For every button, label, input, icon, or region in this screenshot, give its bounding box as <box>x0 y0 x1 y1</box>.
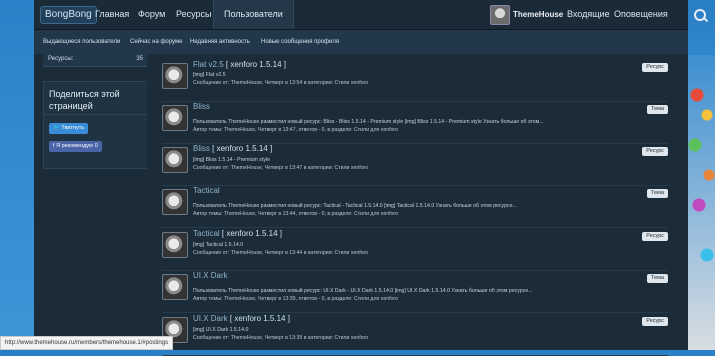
user-name[interactable]: ThemeHouse <box>513 0 563 29</box>
result-meta: Сообщение от: ThemeHouse, Четверг в 13:3… <box>193 335 369 341</box>
user-avatar[interactable] <box>490 5 510 25</box>
result-snippet: Пользователь ThemeHouse разместил новый … <box>193 119 544 125</box>
resources-stat-value: 35 <box>136 56 143 62</box>
result-meta: Сообщение от: ThemeHouse, Четверг в 13:4… <box>193 250 369 256</box>
recommend-label: Я рекомендую <box>56 143 94 149</box>
browser-status-url: http://www.themehouse.ru/members/themeho… <box>0 336 174 350</box>
result-avatar[interactable] <box>162 63 188 89</box>
subnav-notable-members[interactable]: Выдающиеся пользователи <box>43 30 120 54</box>
search-result[interactable]: Flat v2.5 [ xenforo 1.5.14 ] [img] Flat … <box>162 60 668 102</box>
result-avatar[interactable] <box>162 232 188 258</box>
result-title-main[interactable]: Tactical <box>193 186 220 195</box>
main-content: Ресурсы: 35 Поделиться этой страницей 🐦 … <box>34 54 688 356</box>
resources-stat-label: Ресурсы: <box>48 56 74 62</box>
result-snippet: [img] Tactical 1.5.14.0 <box>193 242 244 248</box>
result-avatar[interactable] <box>162 189 188 215</box>
result-type-badge: Ресурс <box>642 147 668 156</box>
result-type-badge: Ресурс <box>642 63 668 72</box>
result-title-suffix[interactable]: [ xenforo 1.5.14 ] <box>212 144 272 153</box>
result-snippet: [img] Flat v2.5 <box>193 72 226 78</box>
result-title[interactable]: Tactical <box>193 186 220 195</box>
result-avatar[interactable] <box>162 274 188 300</box>
top-navigation: BongBong Главная Форум Ресурсы Пользоват… <box>34 0 706 30</box>
result-type-badge: Тема <box>647 105 668 114</box>
result-title[interactable]: UI.X Dark [ xenforo 1.5.14 ] <box>193 314 290 323</box>
result-title[interactable]: UI.X Dark <box>193 271 228 280</box>
result-type-badge: Тема <box>647 189 668 198</box>
result-title-main[interactable]: UI.X Dark <box>193 271 228 280</box>
search-result[interactable]: Tactical [ xenforo 1.5.14 ] [img] Tactic… <box>162 229 668 271</box>
share-page-title: Поделиться этой страницей <box>49 89 120 111</box>
sidebar-gutter <box>147 54 155 350</box>
result-title-suffix[interactable]: [ xenforo 1.5.14 ] <box>230 314 290 323</box>
result-avatar[interactable] <box>162 105 188 131</box>
nav-home[interactable]: Главная <box>95 0 129 29</box>
result-title[interactable]: Tactical [ xenforo 1.5.14 ] <box>193 229 282 238</box>
result-snippet: [img] Bliss 1.5.14 - Premium style <box>193 157 270 163</box>
result-snippet: Пользователь ThemeHouse разместил новый … <box>193 288 533 294</box>
nav-forum[interactable]: Форум <box>138 0 165 29</box>
result-meta: Сообщение от: ThemeHouse, Четверг в 13:5… <box>193 80 369 86</box>
search-result[interactable]: Tactical Пользователь ThemeHouse размест… <box>162 186 668 228</box>
nav-members[interactable]: Пользователи <box>213 0 294 29</box>
result-meta: Сообщение от: ThemeHouse, Четверг в 13:4… <box>193 165 369 171</box>
result-meta: Автор темы: ThemeHouse, Четверг в 13:47,… <box>193 127 399 133</box>
tweet-button[interactable]: 🐦 Твитнуть <box>49 123 89 134</box>
search-result[interactable]: Bliss [ xenforo 1.5.14 ] [img] Bliss 1.5… <box>162 144 668 186</box>
search-result[interactable]: Bliss Пользователь ThemeHouse разместил … <box>162 102 668 144</box>
result-meta: Автор темы: ThemeHouse, Четверг в 13:44,… <box>193 211 399 217</box>
search-icon[interactable] <box>694 9 706 21</box>
result-title-main[interactable]: Bliss <box>193 144 210 153</box>
site-logo[interactable]: BongBong <box>40 6 97 24</box>
subnav-online-now[interactable]: Сейчас на форуме <box>130 30 182 54</box>
recommend-count: 0 <box>94 143 98 149</box>
result-snippet: Пользователь ThemeHouse разместил новый … <box>193 203 517 209</box>
nav-resources[interactable]: Ресурсы <box>176 0 212 29</box>
result-type-badge: Ресурс <box>642 317 668 326</box>
result-type-badge: Тема <box>647 274 668 283</box>
tweet-button-label: Твитнуть <box>61 125 85 131</box>
result-title[interactable]: Bliss <box>193 102 210 111</box>
result-title-suffix[interactable]: [ xenforo 1.5.14 ] <box>226 60 286 69</box>
resources-stat-row: Ресурсы: 35 <box>43 54 147 67</box>
result-title-main[interactable]: Flat v2.5 <box>193 60 224 69</box>
result-title-main[interactable]: Bliss <box>193 102 210 111</box>
result-title-main[interactable]: UI.X Dark <box>193 314 228 323</box>
share-page-box: Поделиться этой страницей 🐦 Твитнуть f Я… <box>43 81 149 169</box>
subnav-recent-activity[interactable]: Недавняя активность <box>190 30 250 54</box>
result-title[interactable]: Flat v2.5 [ xenforo 1.5.14 ] <box>193 60 286 69</box>
share-divider <box>44 114 148 115</box>
result-title-main[interactable]: Tactical <box>193 229 220 238</box>
result-type-badge: Ресурс <box>642 232 668 241</box>
background-balloons-image <box>687 55 715 350</box>
nav-inbox[interactable]: Входящие <box>567 0 610 29</box>
search-result[interactable]: UI.X Dark Пользователь ThemeHouse размес… <box>162 271 668 313</box>
result-avatar[interactable] <box>162 147 188 173</box>
facebook-recommend-button[interactable]: f Я рекомендую 0 <box>49 141 102 152</box>
subnav-new-profile-posts[interactable]: Новые сообщения профиля <box>261 30 339 54</box>
result-meta: Автор темы: ThemeHouse, Четверг в 13:39,… <box>193 296 399 302</box>
result-snippet: [img] UI.X Dark 1.5.14.0 <box>193 327 249 333</box>
sub-navigation: Выдающиеся пользователи Сейчас на форуме… <box>34 30 688 55</box>
result-title[interactable]: Bliss [ xenforo 1.5.14 ] <box>193 144 272 153</box>
result-title-suffix[interactable]: [ xenforo 1.5.14 ] <box>222 229 282 238</box>
nav-alerts[interactable]: Оповещения <box>614 0 668 29</box>
